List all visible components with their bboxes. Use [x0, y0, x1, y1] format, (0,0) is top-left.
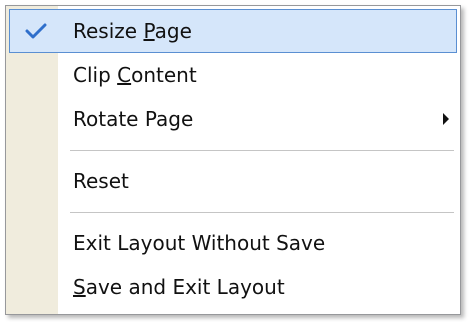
menu-separator	[70, 150, 454, 152]
menu-item-label: Reset	[73, 169, 129, 193]
menu-item-label: Save and Exit Layout	[73, 275, 285, 299]
menu-item-label: Resize Page	[73, 19, 192, 43]
checkmark-icon	[25, 23, 47, 39]
menu-item-rotate-page[interactable]: Rotate Page	[9, 97, 457, 141]
context-menu: Resize Page Clip Content Rotate Page Res…	[5, 5, 461, 315]
menu-item-clip-content[interactable]: Clip Content	[9, 53, 457, 97]
menu-item-exit-without-save[interactable]: Exit Layout Without Save	[9, 221, 457, 265]
menu-item-label: Exit Layout Without Save	[73, 231, 326, 255]
menu-item-label: Rotate Page	[73, 107, 194, 131]
menu-item-resize-page[interactable]: Resize Page	[9, 9, 457, 53]
submenu-arrow-icon	[443, 113, 449, 125]
menu-item-label: Clip Content	[73, 63, 197, 87]
menu-item-save-and-exit[interactable]: Save and Exit Layout	[9, 265, 457, 309]
menu-item-reset[interactable]: Reset	[9, 159, 457, 203]
menu-separator	[70, 212, 454, 214]
